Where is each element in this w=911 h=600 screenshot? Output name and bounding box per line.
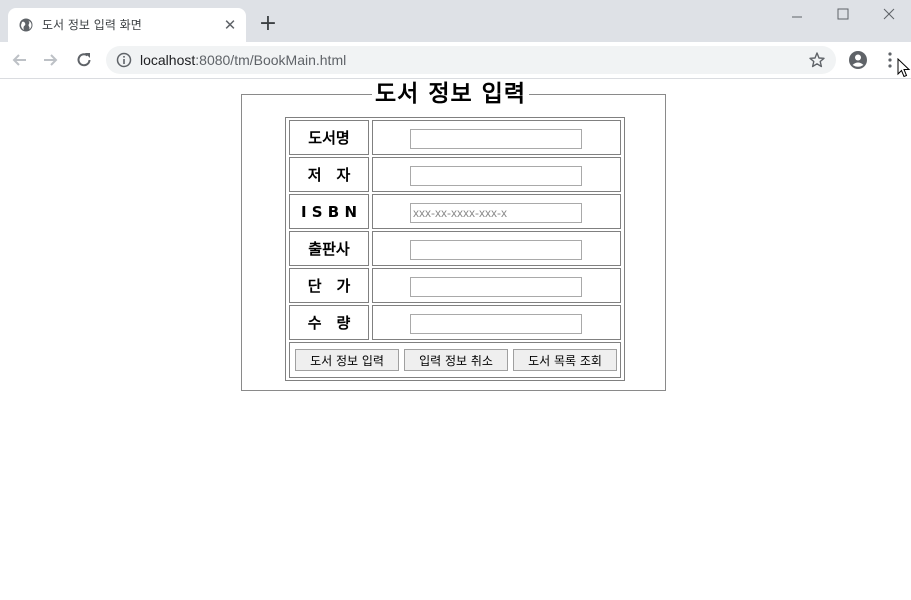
- title-input[interactable]: [410, 129, 582, 149]
- isbn-input[interactable]: [410, 203, 582, 223]
- reload-icon[interactable]: [74, 50, 94, 70]
- url-host: localhost: [140, 52, 196, 68]
- bookmark-star-icon[interactable]: [808, 51, 826, 69]
- price-cell: [372, 268, 621, 303]
- publisher-input[interactable]: [410, 240, 582, 260]
- browser-toolbar: localhost:8080/tm/BookMain.html: [0, 42, 911, 79]
- label-isbn: I S B N: [289, 194, 369, 229]
- author-input[interactable]: [410, 166, 582, 186]
- author-cell: [372, 157, 621, 192]
- maximize-icon[interactable]: [820, 4, 866, 26]
- new-tab-icon[interactable]: +: [258, 13, 278, 35]
- quantity-input[interactable]: [410, 314, 582, 334]
- reset-form-button[interactable]: 입력 정보 취소: [404, 349, 508, 371]
- close-tab-icon[interactable]: ✕: [222, 17, 238, 33]
- more-menu-icon[interactable]: [884, 50, 896, 70]
- book-list-button[interactable]: 도서 목록 조회: [513, 349, 617, 371]
- button-row: 도서 정보 입력 입력 정보 취소 도서 목록 조회: [289, 342, 621, 378]
- back-arrow-icon[interactable]: [10, 50, 30, 70]
- tab-strip: 도서 정보 입력 화면 ✕ +: [0, 0, 911, 42]
- minimize-icon[interactable]: [774, 4, 820, 26]
- label-publisher: 출판사: [289, 231, 369, 266]
- address-bar[interactable]: localhost:8080/tm/BookMain.html: [106, 46, 836, 74]
- mouse-cursor-icon: [897, 58, 911, 78]
- url-text[interactable]: localhost:8080/tm/BookMain.html: [140, 52, 346, 68]
- globe-icon: [19, 18, 33, 32]
- window-close-icon[interactable]: [866, 4, 911, 26]
- label-quantity: 수 량: [289, 305, 369, 340]
- book-form-table: 도서명 저 자 I S B N 출판사 단 가 수 량 도서 정보 입력 입력 …: [285, 117, 625, 381]
- browser-tab[interactable]: 도서 정보 입력 화면 ✕: [8, 8, 246, 42]
- title-cell: [372, 120, 621, 155]
- label-price: 단 가: [289, 268, 369, 303]
- isbn-cell: [372, 194, 621, 229]
- submit-book-button[interactable]: 도서 정보 입력: [295, 349, 399, 371]
- form-legend: 도서 정보 입력: [372, 80, 529, 108]
- price-input[interactable]: [410, 277, 582, 297]
- label-title: 도서명: [289, 120, 369, 155]
- info-icon[interactable]: [116, 52, 132, 68]
- publisher-cell: [372, 231, 621, 266]
- quantity-cell: [372, 305, 621, 340]
- forward-arrow-icon[interactable]: [40, 50, 60, 70]
- url-path: :8080/tm/BookMain.html: [195, 52, 347, 68]
- tab-title: 도서 정보 입력 화면: [42, 18, 142, 32]
- profile-avatar-icon[interactable]: [848, 50, 868, 70]
- label-author: 저 자: [289, 157, 369, 192]
